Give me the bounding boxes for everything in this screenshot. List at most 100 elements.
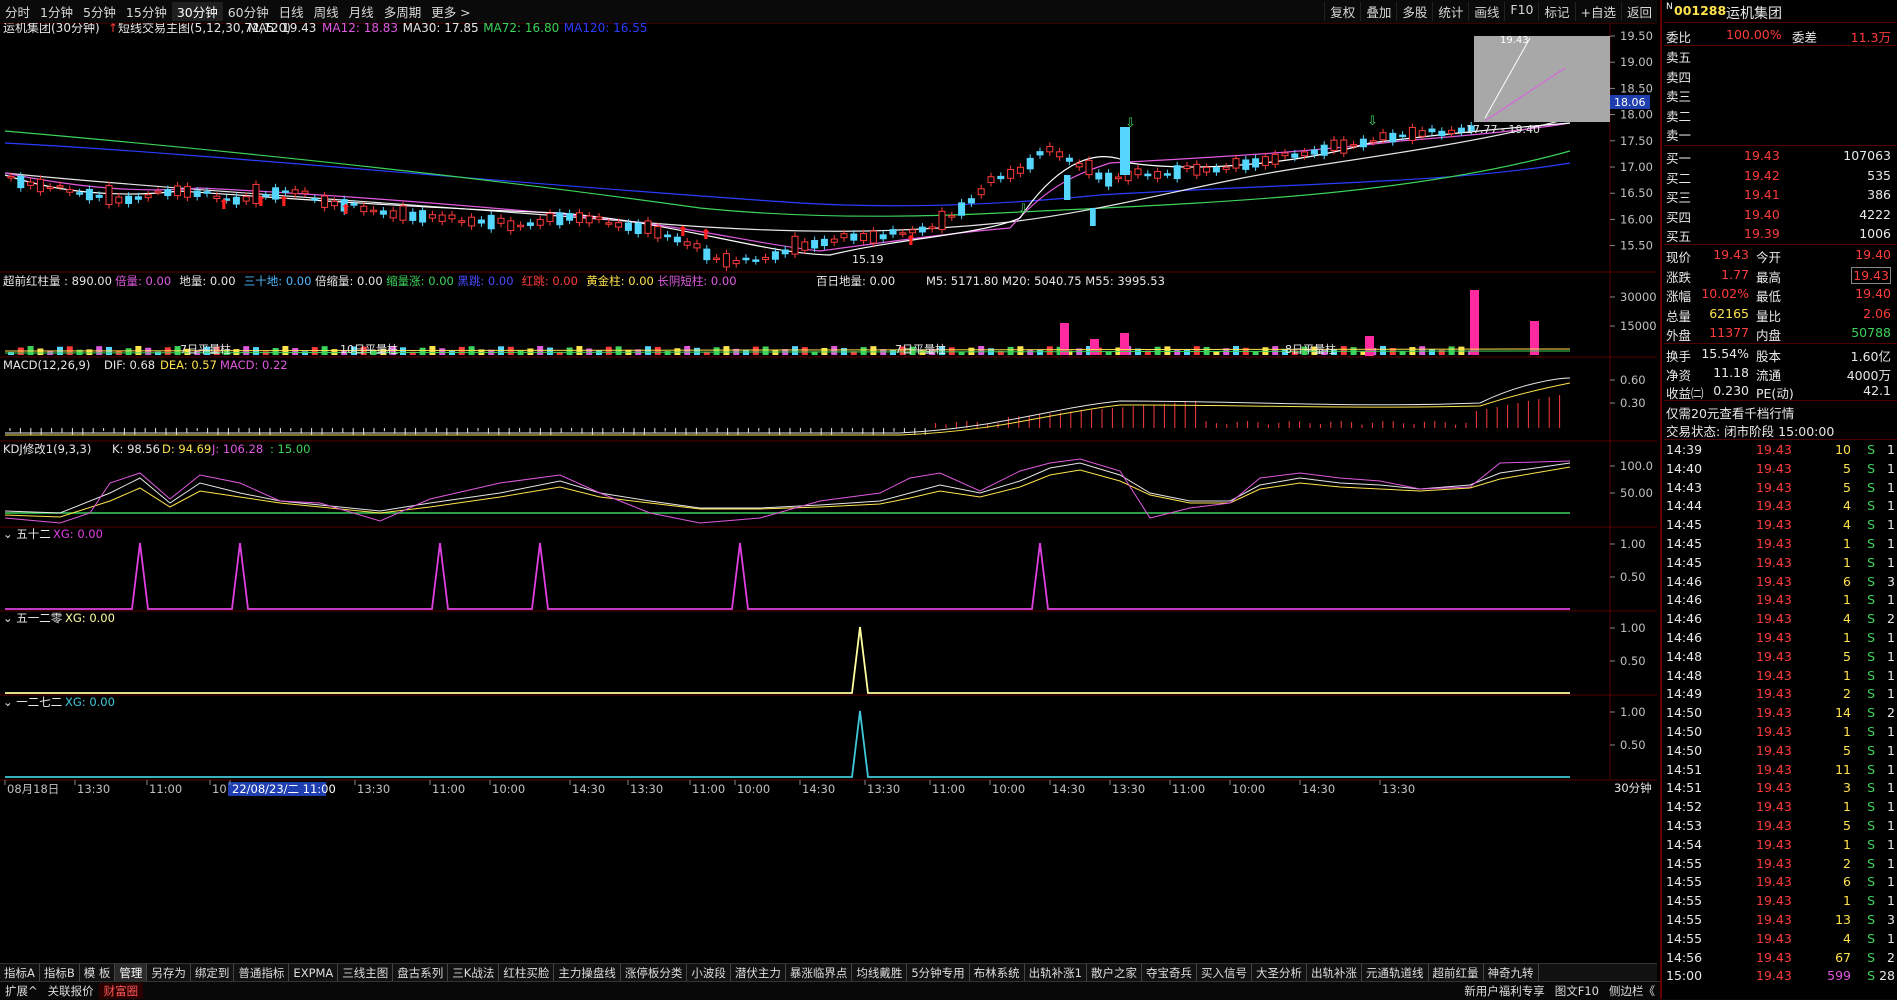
tick-row: 14:51 19.43 11 S 1: [1664, 761, 1897, 779]
volume-bar: [1090, 339, 1099, 355]
toolbar-button[interactable]: 叠加: [1360, 2, 1396, 21]
volume-bar: [1037, 349, 1043, 355]
candle-body: [1212, 167, 1220, 173]
indicator-tab[interactable]: EXPMA: [289, 964, 339, 982]
status-left-item[interactable]: 扩展^: [0, 983, 43, 999]
period-tab[interactable]: 周线: [309, 2, 344, 21]
volume-bar: [1193, 346, 1200, 355]
indicator-tab[interactable]: 布林系统: [970, 964, 1025, 982]
ma-legend-item: MA120: 16.55: [564, 23, 648, 35]
tick-count: 1: [1887, 442, 1895, 457]
indicator-tab[interactable]: 出轨补涨: [1307, 964, 1362, 982]
candle-body: [644, 220, 652, 234]
zoom-preview-box[interactable]: [1474, 36, 1610, 122]
chart-canvas[interactable]: 运机集团(30分钟) ↑ 短线交易主图(5,12,30,72,120) MA5:…: [0, 20, 1657, 963]
indicator-tab[interactable]: 夺宝奇兵: [1142, 964, 1197, 982]
indicator-tab[interactable]: 主力操盘线: [554, 964, 621, 982]
tick-count: 1: [1887, 724, 1895, 739]
period-tab[interactable]: 多周期: [379, 2, 427, 21]
indicator-tab[interactable]: 三线主图: [338, 964, 394, 982]
candle-body: [1320, 144, 1328, 156]
indicator-tab[interactable]: 管理: [115, 964, 148, 982]
period-tab[interactable]: 30分钟: [171, 2, 223, 21]
candle-body: [477, 219, 485, 224]
tick-time: 14:56: [1666, 949, 1703, 965]
status-right-item[interactable]: 图文F10: [1550, 983, 1604, 999]
indicator-tab[interactable]: 普通指标: [234, 964, 290, 982]
toolbar-button[interactable]: 多股: [1396, 2, 1432, 21]
buy-price: 19.42: [1744, 167, 1780, 183]
stat-value: 62165: [1709, 305, 1749, 321]
toolbar-button[interactable]: 返回: [1620, 2, 1657, 21]
indicator-tab[interactable]: 模 板: [80, 964, 116, 982]
sell-level: 卖三: [1664, 85, 1897, 104]
candle-body: [1203, 166, 1211, 173]
toolbar-button[interactable]: +自选: [1574, 2, 1621, 21]
indicator-tab[interactable]: 神奇九转: [1484, 964, 1539, 982]
indicator-tab[interactable]: 盘古系列: [393, 964, 449, 982]
tick-price: 19.43: [1756, 573, 1792, 589]
toolbar-button[interactable]: 复权: [1324, 2, 1360, 21]
toolbar-button[interactable]: 标记: [1538, 2, 1574, 21]
indicator-tab[interactable]: 散户之家: [1087, 964, 1142, 982]
candle-body: [389, 210, 397, 219]
period-tab[interactable]: 1分钟: [35, 2, 78, 21]
stat-value: 19.43: [1713, 247, 1749, 262]
toolbar-button[interactable]: 画线: [1468, 2, 1504, 21]
candle-body: [164, 189, 172, 197]
stat-value: 19.43: [1851, 266, 1891, 284]
indicator-tab[interactable]: 指标B: [40, 964, 80, 982]
toolbar-button[interactable]: F10: [1504, 2, 1538, 21]
tick-count: 3: [1887, 573, 1895, 589]
candle-body: [17, 175, 25, 189]
indicator-tab[interactable]: 均线戴胜: [852, 964, 908, 982]
status-left-item[interactable]: 关联报价: [43, 983, 99, 999]
period-tab[interactable]: 15分钟: [121, 2, 172, 21]
macd-dif: DIF: 0.68: [104, 358, 155, 372]
indicator-tab[interactable]: 指标A: [0, 964, 40, 982]
period-toolbar: 分时 1分钟 5分钟 15分钟 30分钟 60分钟 日线 周线 月线 多周期 更多 > 复权 叠加 多股…: [0, 0, 1657, 24]
dea-line: [4, 382, 1571, 437]
tick-volume: 4: [1843, 611, 1851, 627]
indicator-tab[interactable]: 出轨补涨1: [1025, 964, 1087, 982]
candle-body: [193, 190, 201, 197]
status-left-item[interactable]: 财富圈: [98, 983, 144, 999]
period-tab[interactable]: 60分钟: [223, 2, 274, 21]
indicator-tab[interactable]: 涨停板分类: [621, 964, 688, 982]
x-axis-period: 30分钟: [1614, 781, 1652, 795]
tick-volume: 1: [1843, 554, 1851, 570]
indicator-tab[interactable]: 潜伏主力: [731, 964, 786, 982]
period-tab[interactable]: 分时: [0, 2, 35, 21]
indicator-tab[interactable]: 买入信号: [1197, 964, 1252, 982]
period-tab[interactable]: 日线: [274, 2, 309, 21]
indicator-tab[interactable]: 超前红量: [1429, 964, 1484, 982]
period-tab[interactable]: 5分钟: [78, 2, 121, 21]
indicator-tab[interactable]: 绑定到: [191, 964, 235, 982]
candle-body: [566, 213, 574, 221]
status-right-item[interactable]: 侧边栏《: [1604, 983, 1660, 999]
indicator-tab[interactable]: 三K战法: [448, 964, 500, 982]
candle-body: [1271, 153, 1279, 165]
tick-count: 1: [1887, 836, 1895, 852]
candle-body: [1369, 140, 1377, 143]
period-tab[interactable]: 更多 >: [426, 2, 475, 21]
indicator-tab[interactable]: 暴涨临界点: [786, 964, 853, 982]
tick-side: S: [1867, 761, 1875, 777]
indicator-tab[interactable]: 大圣分析: [1252, 964, 1307, 982]
candle-body: [624, 222, 632, 231]
tick-time: 14:52: [1666, 799, 1703, 815]
indicator-tab[interactable]: 小波段: [687, 964, 731, 982]
indicator-tab[interactable]: 元通轨道线: [1362, 964, 1429, 982]
chart-area[interactable]: 运机集团(30分钟) ↑ 短线交易主图(5,12,30,72,120) MA5:…: [0, 20, 1657, 947]
toolbar-button[interactable]: 统计: [1432, 2, 1468, 21]
indicator-tab[interactable]: 5分钟专用: [907, 964, 970, 982]
period-tab[interactable]: 月线: [344, 2, 379, 21]
tick-side: S: [1867, 705, 1875, 721]
candle-body: [1134, 168, 1142, 176]
indicator-tab[interactable]: 另存为: [147, 964, 191, 982]
volume-ma-values: M5: 5171.80 M20: 5040.75 M55: 3995.53: [926, 274, 1165, 288]
status-right-item[interactable]: 新用户福利专享: [1459, 983, 1550, 999]
candle-body: [517, 224, 525, 228]
notice-link[interactable]: 仅需20元查看千档行情: [1664, 402, 1897, 421]
indicator-tab[interactable]: 红柱买脸: [499, 964, 555, 982]
